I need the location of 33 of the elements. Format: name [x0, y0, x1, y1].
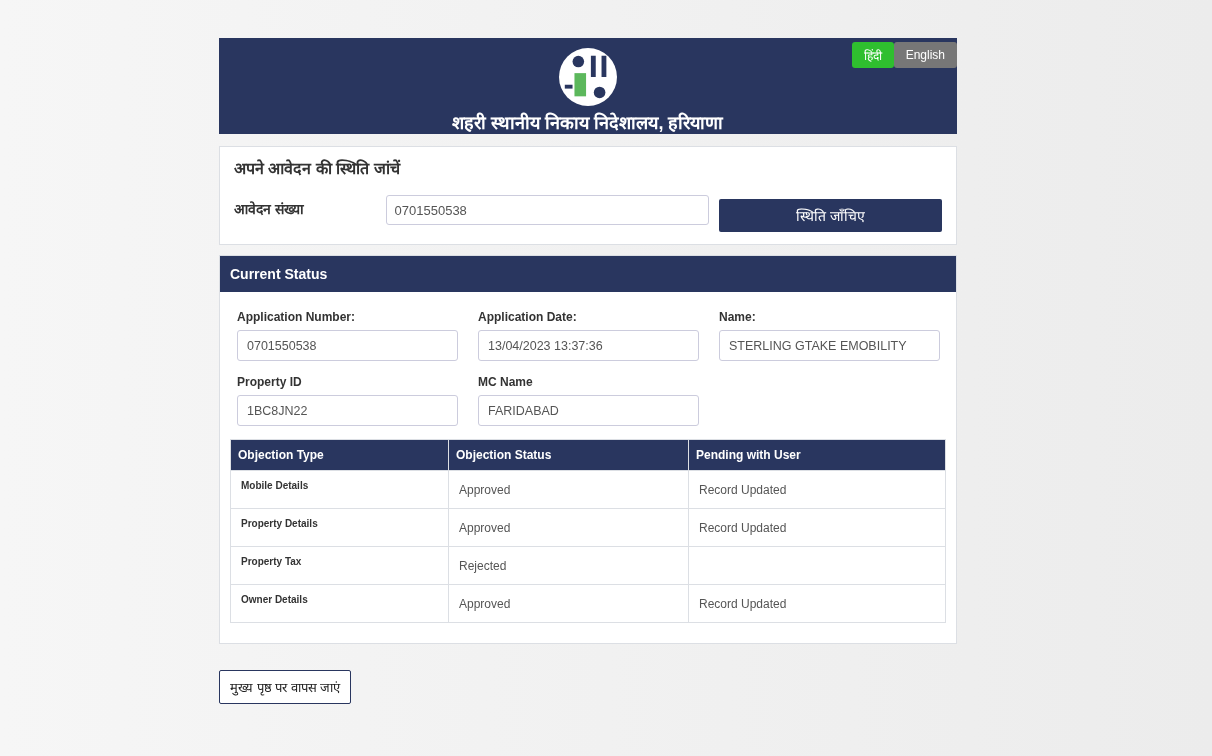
- field-label: Application Date:: [478, 310, 578, 324]
- table-cell: Property Tax: [230, 546, 449, 585]
- column-header: Objection Type: [230, 439, 449, 471]
- section-header: Current Status: [220, 256, 956, 292]
- column-header: Pending with User: [688, 439, 946, 471]
- table-cell: Approved: [448, 470, 689, 509]
- table-cell: Rejected: [448, 546, 689, 585]
- table-cell: Property Details: [230, 508, 449, 547]
- back-button[interactable]: मुख्य पृष्ठ पर वापस जाएं: [219, 670, 352, 704]
- field-label: Property ID: [237, 375, 303, 389]
- application-number-field[interactable]: 0701550538: [385, 195, 709, 225]
- section-heading: अपने आवेदन की स्थिति जांचें: [234, 158, 402, 179]
- check-status-button[interactable]: स्थिति जाँचिए: [718, 199, 942, 232]
- text-field[interactable]: 1BC8JN22: [237, 395, 458, 426]
- department-title: शहरी स्थानीय निकाय निदेशालय, हरियाणा: [452, 111, 724, 134]
- column-header: Objection Status: [448, 439, 689, 471]
- table-cell: Owner Details: [230, 584, 449, 623]
- field-label: Application Number:: [237, 310, 356, 324]
- text-field[interactable]: 13/04/2023 13:37:36: [478, 330, 699, 361]
- field-label: आवेदन संख्या: [234, 200, 305, 218]
- field-label: Name:: [719, 310, 757, 324]
- text-field[interactable]: FARIDABAD: [478, 395, 699, 426]
- table-cell: Record Updated: [688, 584, 946, 623]
- logo-icon: [558, 48, 618, 106]
- table-cell: Record Updated: [688, 508, 946, 547]
- text-field[interactable]: STERLING GTAKE EMOBILITY: [719, 330, 940, 361]
- table-cell: Approved: [448, 584, 689, 623]
- text-field[interactable]: 0701550538: [237, 330, 458, 361]
- table-cell: Record Updated: [688, 470, 946, 509]
- field-label: MC Name: [478, 375, 534, 389]
- language-button[interactable]: English: [893, 42, 957, 68]
- table-cell: Approved: [448, 508, 689, 547]
- table-cell: Mobile Details: [230, 470, 449, 509]
